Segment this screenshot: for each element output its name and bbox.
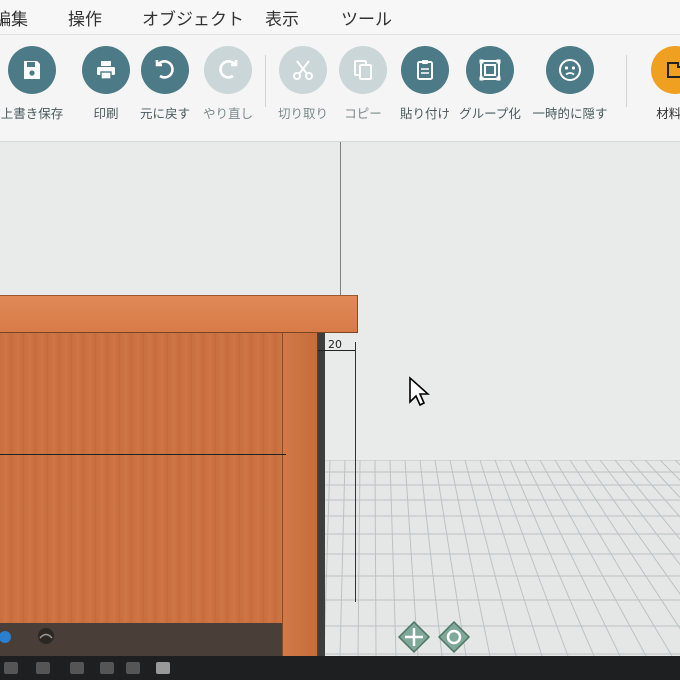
toolbar: 上書き保存 印刷 元に戻す やり直し 切り取り コピー 貼り付け グループ化 一… — [0, 35, 680, 142]
redo-button[interactable]: やり直し — [188, 46, 268, 126]
material-icon — [651, 46, 680, 94]
rotate-view-icon[interactable] — [437, 620, 471, 654]
redo-icon — [204, 46, 252, 94]
menu-tools[interactable]: ツール — [341, 5, 392, 30]
temp-hide-label: 一時的に隠す — [532, 106, 608, 121]
cabinet-base — [0, 623, 282, 656]
menu-object[interactable]: オブジェクト — [142, 5, 244, 30]
material-label: 材料の — [656, 106, 680, 121]
printer-icon — [82, 46, 130, 94]
menu-bar: 編集 操作 オブジェクト 表示 ツール — [0, 0, 680, 35]
dimension-line — [0, 454, 286, 455]
cabinet-side-panel[interactable] — [282, 333, 318, 656]
group-icon — [466, 46, 514, 94]
move-view-icon[interactable] — [397, 620, 431, 654]
overwrite-save-button[interactable]: 上書き保存 — [0, 46, 72, 126]
material-button[interactable]: 材料の — [635, 46, 680, 126]
cabinet-front-panel[interactable] — [0, 333, 282, 623]
dimension-extension-line — [355, 342, 356, 602]
toolbar-divider — [626, 55, 627, 107]
taskbar-icon[interactable] — [4, 662, 18, 674]
clipboard-icon — [401, 46, 449, 94]
face-icon — [546, 46, 594, 94]
copy-icon — [339, 46, 387, 94]
cabinet-top-board[interactable] — [0, 295, 358, 333]
undo-icon — [141, 46, 189, 94]
taskbar-icon[interactable] — [36, 662, 50, 674]
taskbar-icon[interactable] — [100, 662, 114, 674]
overwrite-save-label: 上書き保存 — [0, 106, 64, 121]
menu-operation[interactable]: 操作 — [68, 5, 102, 30]
group-button[interactable]: グループ化 — [450, 46, 530, 126]
bottom-taskbar — [0, 656, 680, 680]
scissors-icon — [279, 46, 327, 94]
3d-viewport[interactable]: 20 — [0, 142, 680, 656]
taskbar-icon[interactable] — [126, 662, 140, 674]
temp-hide-button[interactable]: 一時的に隠す — [530, 46, 610, 126]
taskbar-icon[interactable] — [70, 662, 84, 674]
menu-view[interactable]: 表示 — [265, 5, 299, 30]
mouse-cursor-icon — [408, 376, 431, 412]
group-label: グループ化 — [459, 106, 521, 121]
camera-icon[interactable] — [156, 662, 170, 674]
save-icon — [8, 46, 56, 94]
floor-grid — [320, 459, 680, 656]
panel-shadow — [318, 333, 325, 656]
menu-edit[interactable]: 編集 — [0, 5, 28, 30]
dimension-label: 20 — [328, 338, 342, 351]
redo-label: やり直し — [202, 106, 253, 121]
axis-guide-line — [340, 142, 341, 302]
